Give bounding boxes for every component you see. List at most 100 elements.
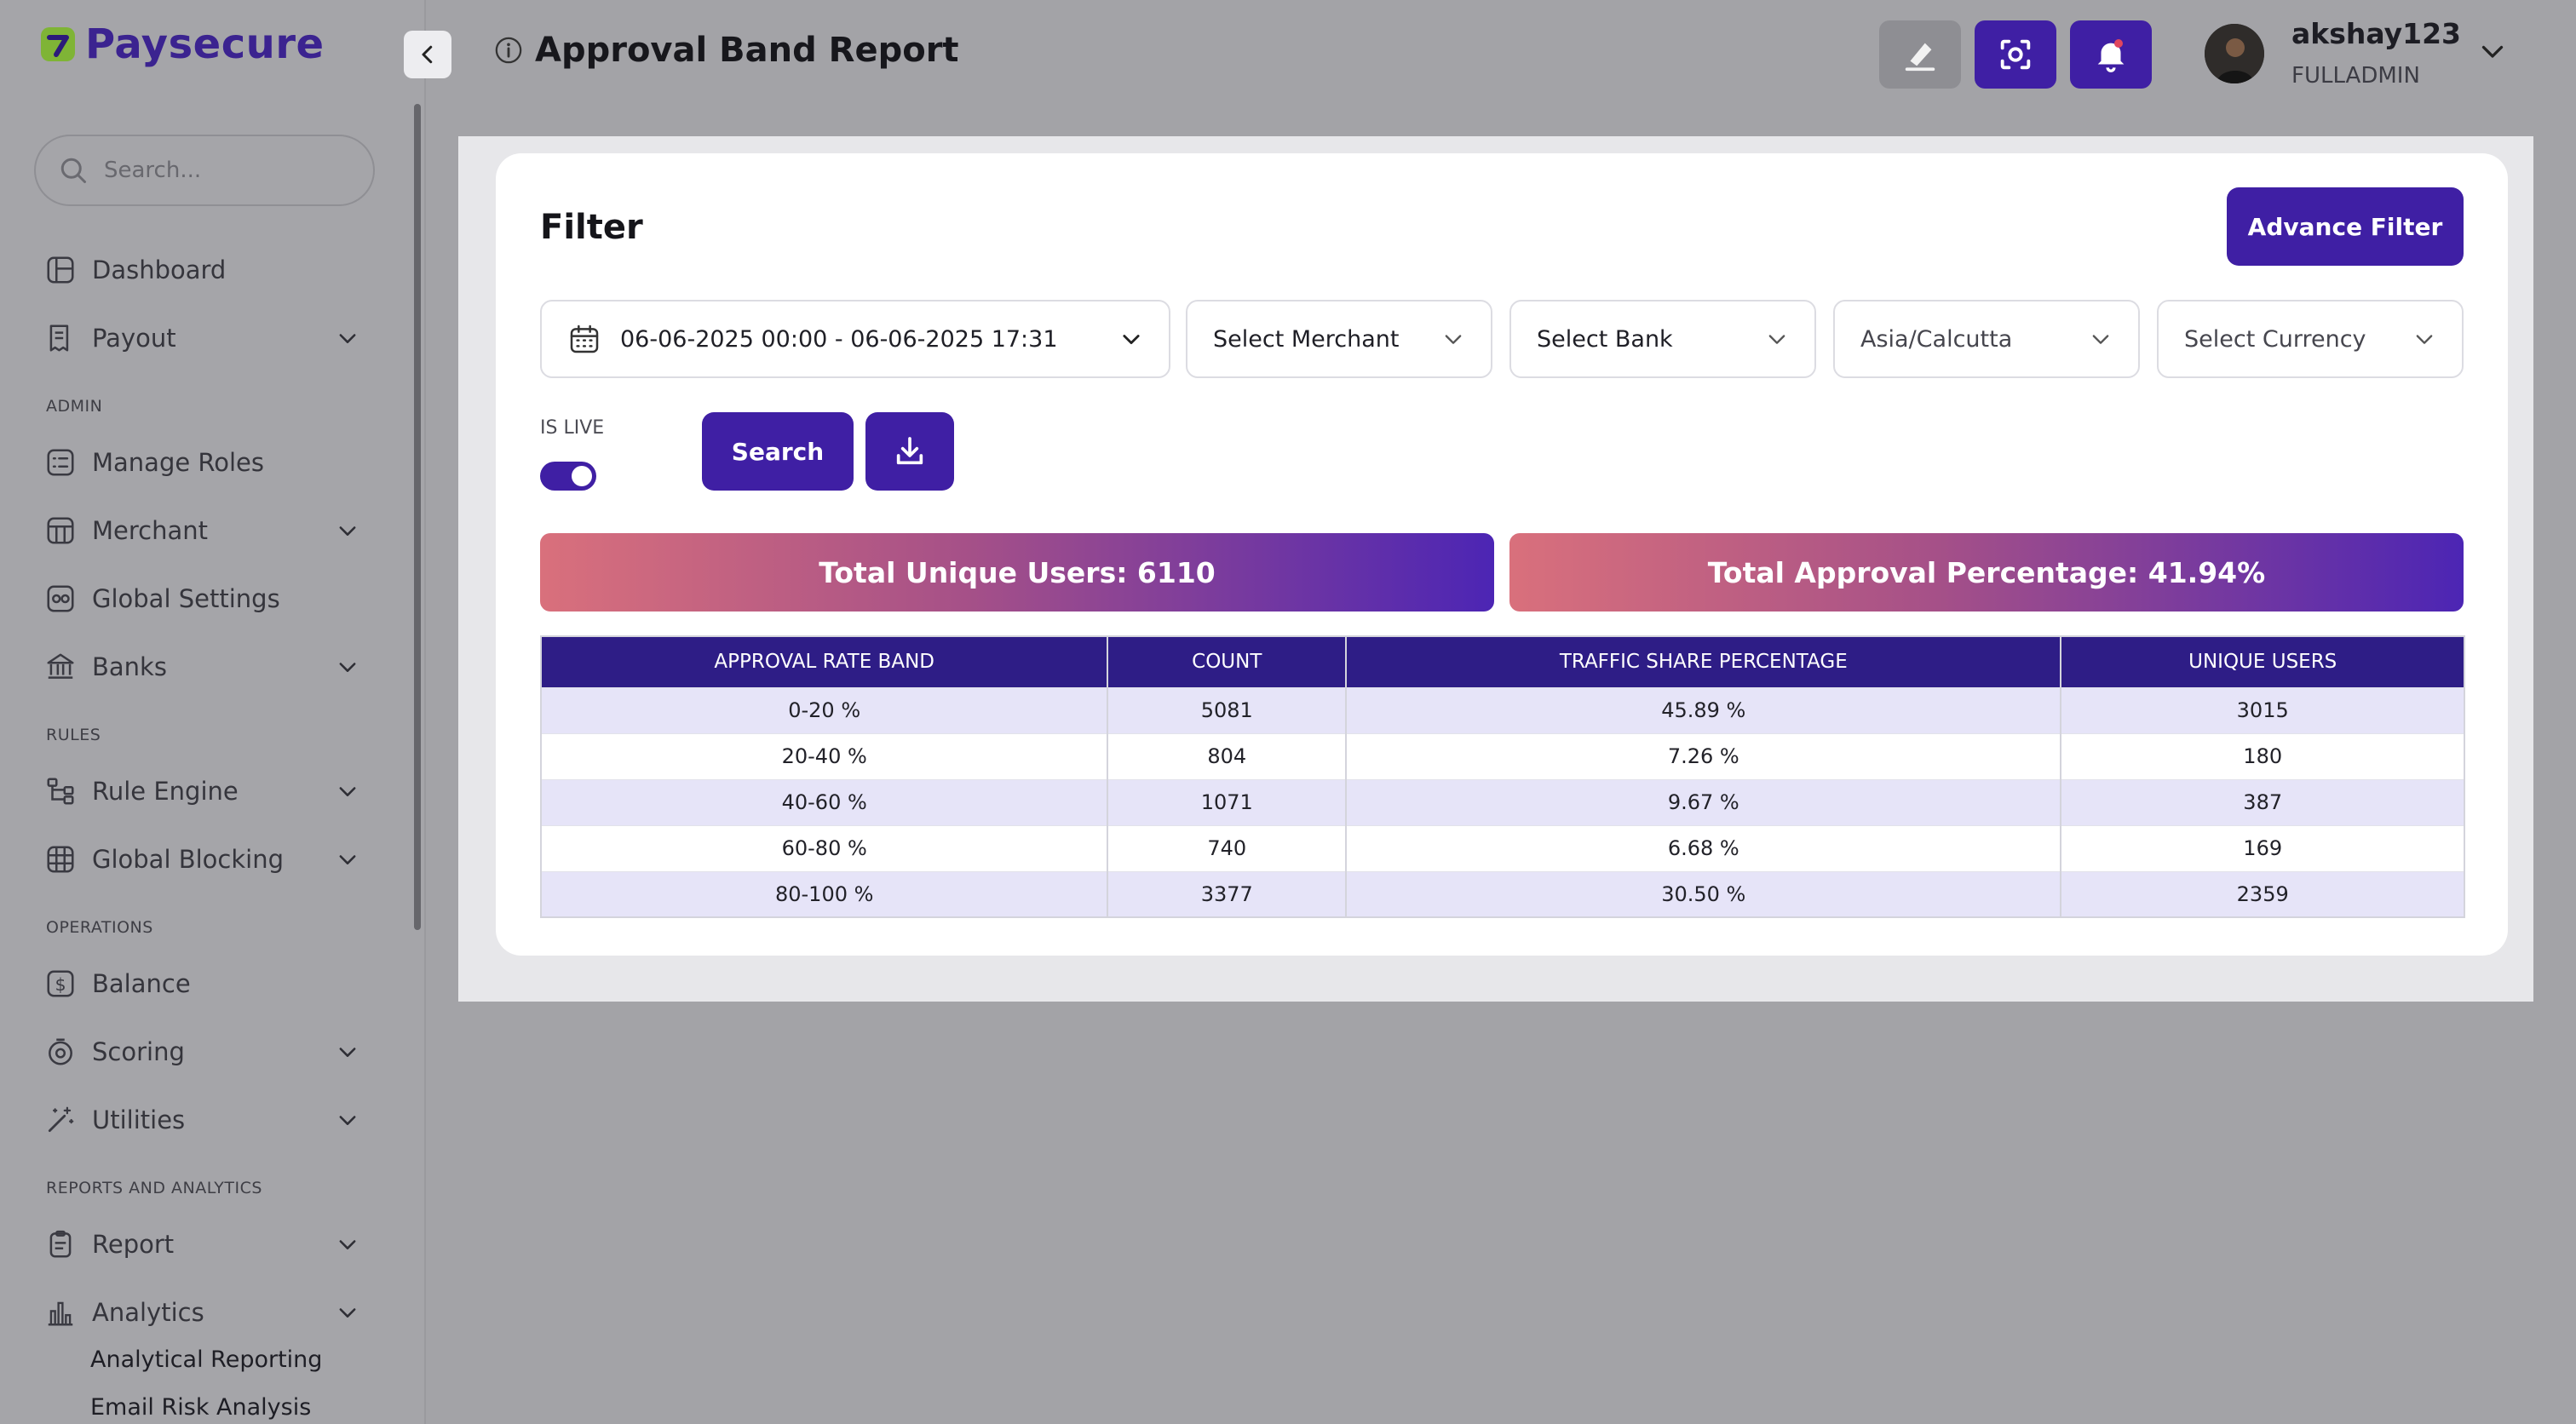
section-label-admin: ADMIN (46, 397, 103, 416)
sidebar-item-global-settings[interactable]: Global Settings (44, 575, 359, 623)
currency-select-value: Select Currency (2184, 325, 2366, 353)
info-icon[interactable] (494, 36, 523, 65)
cell-band: 40-60 % (541, 778, 1109, 825)
chevron-down-icon (339, 334, 356, 343)
sidebar-item-label: Dashboard (92, 256, 227, 284)
column-header-traffic-share[interactable]: TRAFFIC SHARE PERCENTAGE (1346, 636, 2062, 687)
user-name[interactable]: akshay123 (2291, 17, 2461, 50)
svg-text:$: $ (55, 974, 66, 995)
sidebar-item-label: Global Settings (92, 584, 280, 613)
table-header-row: APPROVAL RATE BAND COUNT TRAFFIC SHARE P… (541, 636, 2465, 687)
sidebar: Paysecure Dashboard Payout ADMIN Manage … (0, 0, 426, 1424)
cell-count: 5081 (1107, 686, 1348, 733)
table-row: 0-20 % 5081 45.89 % 3015 (541, 686, 2465, 733)
sidebar-item-analytics[interactable]: Analytics (44, 1289, 359, 1336)
sidebar-item-merchant[interactable]: Merchant (44, 507, 359, 554)
sidebar-item-scoring[interactable]: Scoring (44, 1028, 359, 1076)
payout-icon (49, 324, 69, 352)
notifications-button[interactable] (2070, 20, 2152, 89)
cell-band: 60-80 % (541, 824, 1109, 871)
highlight-button[interactable] (1879, 20, 1961, 89)
scoring-icon (49, 1038, 72, 1065)
store-icon (47, 517, 74, 544)
dollar-icon: $ (47, 970, 74, 997)
timezone-select[interactable]: Asia/Calcutta (1833, 300, 2140, 378)
chevron-down-icon (2092, 335, 2109, 344)
sidebar-item-label: Payout (92, 324, 176, 353)
cell-traffic-share: 9.67 % (1346, 778, 2062, 825)
timezone-select-value: Asia/Calcutta (1860, 325, 2013, 353)
column-header-unique-users[interactable]: UNIQUE USERS (2061, 636, 2465, 687)
chevron-down-icon (339, 787, 356, 796)
sidebar-item-manage-roles[interactable]: Manage Roles (44, 439, 359, 486)
sidebar-item-label: Utilities (92, 1105, 186, 1134)
is-live-toggle[interactable] (540, 462, 596, 491)
sidebar-item-rule-engine[interactable]: Rule Engine (44, 767, 359, 815)
filter-title: Filter (540, 208, 643, 247)
user-role: FULLADMIN (2291, 63, 2420, 89)
logo[interactable]: Paysecure (39, 19, 325, 70)
cell-count: 1071 (1107, 778, 1348, 825)
sidebar-item-label: Analytics (92, 1298, 204, 1327)
cell-unique-users: 387 (2061, 778, 2465, 825)
chevron-down-icon (339, 526, 356, 536)
sidebar-item-dashboard[interactable]: Dashboard (44, 246, 359, 294)
highlighter-icon (1905, 43, 1935, 72)
download-button[interactable] (865, 412, 954, 491)
sidebar-item-report[interactable]: Report (44, 1220, 359, 1268)
chevron-down-icon (2416, 335, 2433, 344)
sidebar-search[interactable] (34, 135, 375, 206)
sidebar-collapse-button[interactable] (404, 31, 451, 78)
sidebar-subitem-analytical-reporting[interactable]: Analytical Reporting (90, 1346, 322, 1373)
sidebar-item-payout[interactable]: Payout (44, 314, 359, 362)
avatar[interactable] (2205, 24, 2264, 83)
table-row: 20-40 % 804 7.26 % 180 (541, 732, 2465, 779)
is-live-label: IS LIVE (540, 417, 605, 439)
sidebar-item-balance[interactable]: $ Balance (44, 960, 359, 1008)
advance-filter-button[interactable]: Advance Filter (2227, 187, 2464, 266)
cell-count: 804 (1107, 732, 1348, 779)
sidebar-scrollbar[interactable] (414, 104, 421, 930)
currency-select[interactable]: Select Currency (2157, 300, 2464, 378)
column-header-approval-rate-band[interactable]: APPROVAL RATE BAND (541, 636, 1109, 687)
merchant-select[interactable]: Select Merchant (1186, 300, 1492, 378)
cell-traffic-share: 7.26 % (1346, 732, 2062, 779)
total-unique-users-banner: Total Unique Users: 6110 (540, 533, 1494, 612)
rule-engine-icon (47, 778, 74, 805)
download-icon (896, 437, 923, 465)
table-row: 40-60 % 1071 9.67 % 387 (541, 778, 2465, 825)
bank-select[interactable]: Select Bank (1509, 300, 1816, 378)
chevron-down-icon (339, 663, 356, 672)
roles-icon (47, 449, 74, 476)
cell-band: 80-100 % (541, 870, 1109, 917)
cell-count: 3377 (1107, 870, 1348, 917)
sidebar-item-label: Scoring (92, 1037, 185, 1066)
cell-traffic-share: 6.68 % (1346, 824, 2062, 871)
table-row: 80-100 % 3377 30.50 % 2359 (541, 870, 2465, 917)
chevron-down-icon (1445, 335, 1462, 344)
search-icon (60, 158, 86, 183)
cell-traffic-share: 30.50 % (1346, 870, 2062, 917)
sidebar-subitem-email-risk-analysis[interactable]: Email Risk Analysis (90, 1394, 311, 1421)
approval-band-table: APPROVAL RATE BAND COUNT TRAFFIC SHARE P… (540, 635, 2465, 918)
chevron-down-icon (339, 1048, 356, 1057)
sidebar-item-label: Merchant (92, 516, 208, 545)
column-header-count[interactable]: COUNT (1107, 636, 1348, 687)
screenshot-button[interactable] (1975, 20, 2056, 89)
cell-band: 0-20 % (541, 686, 1109, 733)
sidebar-item-label: Banks (92, 652, 167, 681)
sidebar-item-global-blocking[interactable]: Global Blocking (44, 835, 359, 883)
sidebar-item-utilities[interactable]: Utilities (44, 1096, 359, 1144)
section-label-operations: OPERATIONS (46, 918, 153, 937)
chevron-down-icon[interactable] (2477, 36, 2508, 66)
sidebar-item-banks[interactable]: Banks (44, 643, 359, 691)
date-range-picker[interactable]: 06-06-2025 00:00 - 06-06-2025 17:31 (540, 300, 1170, 378)
sidebar-search-input[interactable] (102, 157, 358, 184)
dashboard-icon (47, 256, 74, 284)
notification-dot (2114, 39, 2123, 48)
date-range-value: 06-06-2025 00:00 - 06-06-2025 17:31 (620, 325, 1058, 353)
section-label-reports: REPORTS AND ANALYTICS (46, 1179, 262, 1197)
search-button[interactable]: Search (702, 412, 854, 491)
chevron-left-icon (422, 45, 433, 64)
chevron-down-icon (1768, 335, 1785, 344)
